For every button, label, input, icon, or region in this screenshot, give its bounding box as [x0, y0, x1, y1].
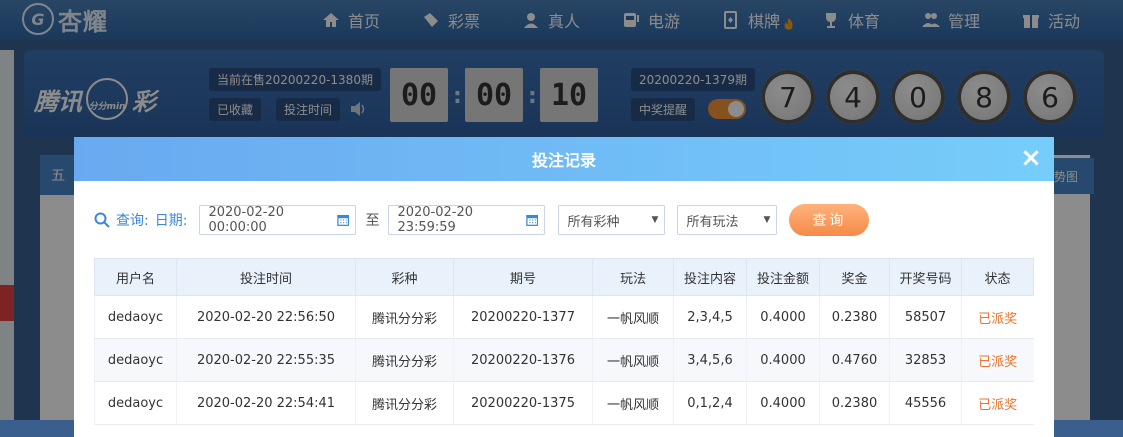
col-status: 状态 [961, 258, 1034, 296]
cell-username: dedaoyc [94, 338, 177, 382]
range-separator: 至 [365, 213, 380, 229]
dropdown-arrow-icon: ▼ [763, 215, 771, 225]
cell-status: 已派奖 [961, 338, 1034, 382]
col-prize: 奖金 [819, 258, 890, 296]
col-play: 玩法 [592, 258, 674, 296]
table-row[interactable]: dedaoyc 2020-02-20 22:54:41 腾讯分分彩 202002… [94, 381, 1034, 425]
table-row[interactable]: dedaoyc 2020-02-20 22:55:35 腾讯分分彩 202002… [94, 338, 1034, 382]
cell-bet-time: 2020-02-20 22:56:50 [176, 295, 356, 339]
play-type-value: 所有玩法 [686, 214, 739, 230]
cell-bet-amount: 0.4000 [746, 338, 820, 382]
cell-bet-content: 3,4,5,6 [673, 338, 747, 382]
date-label: 日期: [154, 213, 188, 229]
cell-bet-amount: 0.4000 [746, 295, 820, 339]
cell-play: 一帆风顺 [592, 381, 674, 425]
end-date-field[interactable]: 2020-02-20 23:59:59 [388, 205, 546, 235]
query-button[interactable]: 查询 [789, 204, 870, 236]
cell-period: 20200220-1376 [453, 338, 593, 382]
col-draw-number: 开奖号码 [889, 258, 962, 296]
close-icon[interactable]: × [1020, 145, 1042, 171]
table-row[interactable]: dedaoyc 2020-02-20 22:56:50 腾讯分分彩 202002… [94, 295, 1034, 339]
calendar-icon[interactable] [526, 213, 539, 227]
cell-lottery: 腾讯分分彩 [355, 338, 454, 382]
cell-username: dedaoyc [94, 295, 177, 339]
cell-lottery: 腾讯分分彩 [355, 381, 454, 425]
cell-prize: 0.4760 [819, 338, 890, 382]
cell-play: 一帆风顺 [592, 338, 674, 382]
lottery-type-select[interactable]: 所有彩种 ▼ [558, 205, 666, 235]
col-bet-amount: 投注金额 [746, 258, 820, 296]
cell-bet-time: 2020-02-20 22:55:35 [176, 338, 356, 382]
play-type-select[interactable]: 所有玩法 ▼ [677, 205, 778, 235]
query-text: 查询: [116, 213, 149, 229]
cell-draw-number: 58507 [889, 295, 962, 339]
col-lottery: 彩种 [355, 258, 454, 296]
search-icon [94, 212, 110, 228]
cell-username: dedaoyc [94, 381, 177, 425]
col-bet-time: 投注时间 [176, 258, 356, 296]
col-bet-content: 投注内容 [673, 258, 747, 296]
cell-draw-number: 45556 [889, 381, 962, 425]
end-date-value: 2020-02-20 23:59:59 [397, 205, 473, 235]
cell-bet-content: 0,1,2,4 [673, 381, 747, 425]
cell-bet-amount: 0.4000 [746, 381, 820, 425]
query-bar: 查询: 日期: 2020-02-20 00:00:00 至 2020-02-20… [94, 203, 870, 237]
calendar-icon[interactable] [337, 213, 350, 227]
cell-play: 一帆风顺 [592, 295, 674, 339]
cell-bet-content: 2,3,4,5 [673, 295, 747, 339]
col-period: 期号 [453, 258, 593, 296]
cell-prize: 0.2380 [819, 381, 890, 425]
cell-lottery: 腾讯分分彩 [355, 295, 454, 339]
start-date-field[interactable]: 2020-02-20 00:00:00 [199, 205, 357, 235]
col-username: 用户名 [94, 258, 177, 296]
table-header-row: 用户名 投注时间 彩种 期号 玩法 投注内容 投注金额 奖金 开奖号码 状态 [94, 258, 1034, 296]
cell-period: 20200220-1377 [453, 295, 593, 339]
modal-header: 投注记录 × [74, 137, 1054, 181]
bet-record-modal: 投注记录 × 查询: 日期: 2020-02-20 00:00:00 至 202… [74, 137, 1054, 437]
bet-record-table: 用户名 投注时间 彩种 期号 玩法 投注内容 投注金额 奖金 开奖号码 状态 d… [94, 258, 1034, 425]
cell-prize: 0.2380 [819, 295, 890, 339]
dropdown-arrow-icon: ▼ [651, 215, 659, 225]
cell-period: 20200220-1375 [453, 381, 593, 425]
lottery-type-value: 所有彩种 [567, 214, 620, 230]
cell-status: 已派奖 [961, 295, 1034, 339]
modal-title: 投注记录 [531, 151, 596, 170]
cell-bet-time: 2020-02-20 22:54:41 [176, 381, 356, 425]
cell-status: 已派奖 [961, 381, 1034, 425]
start-date-value: 2020-02-20 00:00:00 [208, 205, 284, 235]
cell-draw-number: 32853 [889, 338, 962, 382]
query-label: 查询: 日期: [94, 210, 187, 230]
